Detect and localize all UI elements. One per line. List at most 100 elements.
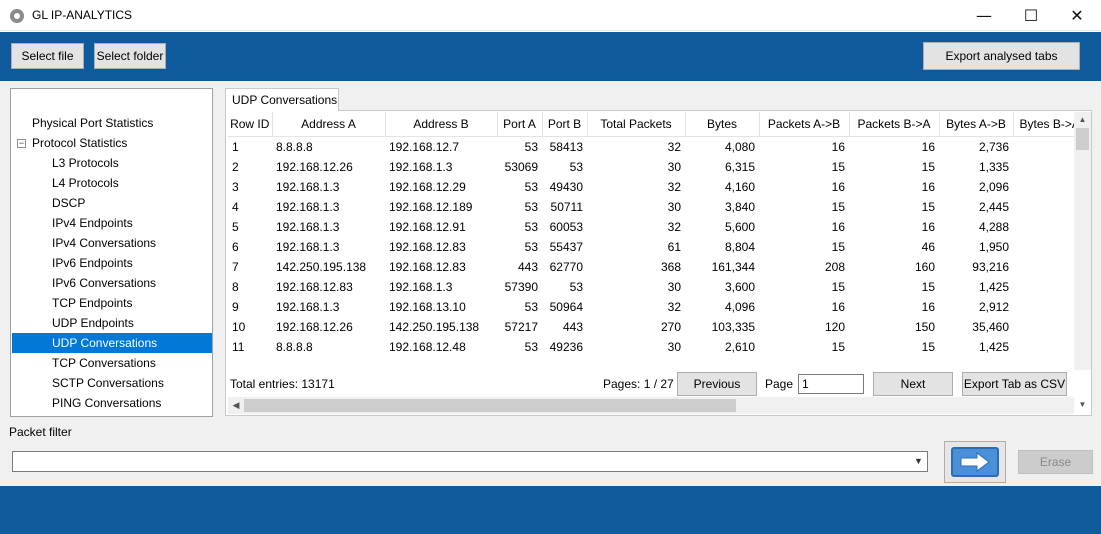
next-button[interactable]: Next bbox=[873, 372, 953, 396]
tree-item-ping-conversations[interactable]: PING Conversations bbox=[52, 393, 161, 413]
table-cell: 53 bbox=[569, 160, 583, 174]
table-cell: 15 bbox=[831, 280, 845, 294]
tree-item-tcp-conversations[interactable]: TCP Conversations bbox=[52, 353, 156, 373]
table-row[interactable]: 5 192.168.1.3 192.168.12.91 53 60053 32 5,600 1… bbox=[228, 217, 1074, 237]
table-cell: 15 bbox=[831, 340, 845, 354]
tree-item-udp-conversations[interactable]: UDP Conversations bbox=[12, 333, 212, 353]
table-cell: 30 bbox=[667, 160, 681, 174]
tree-item-ipv4-endpoints[interactable]: IPv4 Endpoints bbox=[52, 213, 133, 233]
select-folder-button[interactable]: Select folder bbox=[94, 43, 166, 69]
export-tab-csv-button[interactable]: Export Tab as CSV bbox=[962, 372, 1067, 396]
table-row[interactable]: 2 192.168.12.26 192.168.1.3 53069 53 30 6,315 1… bbox=[228, 157, 1074, 177]
maximize-icon[interactable]: ☐ bbox=[1008, 0, 1054, 31]
minimize-icon[interactable]: — bbox=[961, 0, 1007, 31]
table-row[interactable]: 4 192.168.1.3 192.168.12.189 53 50711 30 3,840… bbox=[228, 197, 1074, 217]
table-cell: 10 bbox=[232, 320, 246, 334]
tree-item-protocol-statistics[interactable]: Protocol Statistics bbox=[32, 133, 127, 153]
table-row[interactable]: 7 142.250.195.138 192.168.12.83 443 62770 368… bbox=[228, 257, 1074, 277]
scroll-down-icon[interactable]: ▼ bbox=[1074, 397, 1091, 413]
horizontal-scroll-thumb[interactable] bbox=[244, 399, 736, 412]
page-number-input[interactable] bbox=[798, 374, 864, 394]
window-title: GL IP-ANALYTICS bbox=[32, 8, 133, 22]
tree-item-ipv6-conversations[interactable]: IPv6 Conversations bbox=[52, 273, 156, 293]
table-cell: 192.168.1.3 bbox=[389, 280, 453, 294]
table-cell: 15 bbox=[831, 240, 845, 254]
column-header[interactable]: Bytes B->A bbox=[1013, 112, 1074, 137]
vertical-scrollbar[interactable] bbox=[1074, 112, 1091, 370]
table-cell: 35,460 bbox=[972, 320, 1009, 334]
table-cell: 150 bbox=[914, 320, 935, 334]
column-header[interactable]: Total Packets bbox=[587, 112, 686, 137]
tab-udp-conversations[interactable]: UDP Conversations bbox=[225, 88, 339, 111]
table-cell: 1,1 bbox=[1013, 297, 1074, 317]
table-cell: 4,288 bbox=[978, 220, 1009, 234]
table-row[interactable]: 1 8.8.8.8 192.168.12.7 53 58413 32 4,080 16 16 2,… bbox=[228, 137, 1074, 158]
tree-item-l4-protocols[interactable]: L4 Protocols bbox=[52, 173, 119, 193]
table-cell: 67,8 bbox=[1013, 317, 1074, 337]
table-cell: 53 bbox=[524, 200, 538, 214]
select-file-button[interactable]: Select file bbox=[11, 43, 84, 69]
table-cell: 50964 bbox=[549, 300, 583, 314]
table-cell: 103,335 bbox=[711, 320, 755, 334]
erase-button[interactable]: Erase bbox=[1018, 450, 1093, 474]
table-cell: 68,1 bbox=[1013, 257, 1074, 277]
table-cell: 160 bbox=[914, 260, 935, 274]
scroll-up-icon[interactable]: ▲ bbox=[1074, 112, 1091, 128]
arrow-right-icon bbox=[951, 447, 999, 477]
table-cell: 53 bbox=[524, 240, 538, 254]
table-row[interactable]: 6 192.168.1.3 192.168.12.83 53 55437 61 8,804 1… bbox=[228, 237, 1074, 257]
column-header[interactable]: Bytes A->B bbox=[939, 112, 1014, 137]
column-header[interactable]: Port A bbox=[497, 112, 543, 137]
table-cell: 55437 bbox=[549, 240, 583, 254]
scroll-left-icon[interactable]: ◀ bbox=[228, 397, 244, 414]
export-analysed-tabs-button[interactable]: Export analysed tabs bbox=[923, 42, 1080, 70]
previous-button[interactable]: Previous bbox=[677, 372, 757, 396]
table-cell: 2,0 bbox=[1013, 177, 1074, 197]
tree-item-udp-endpoints[interactable]: UDP Endpoints bbox=[52, 313, 134, 333]
table-cell: 8.8.8.8 bbox=[276, 340, 313, 354]
table-cell: 32 bbox=[667, 300, 681, 314]
close-icon[interactable]: ✕ bbox=[1054, 0, 1100, 31]
table-row[interactable]: 11 8.8.8.8 192.168.12.48 53 49236 30 2,610 15 15… bbox=[228, 337, 1074, 357]
table-cell: 53 bbox=[524, 180, 538, 194]
table-cell: 53 bbox=[524, 140, 538, 154]
table-cell: 16 bbox=[831, 220, 845, 234]
table-cell: 192.168.12.26 bbox=[276, 160, 353, 174]
tree-item-physical-port-statistics[interactable]: Physical Port Statistics bbox=[32, 113, 153, 133]
column-header[interactable]: Bytes bbox=[685, 112, 760, 137]
table-cell: 5,600 bbox=[724, 220, 755, 234]
table-cell: 15 bbox=[831, 160, 845, 174]
table-row[interactable]: 10 192.168.12.26 142.250.195.138 57217 443 27… bbox=[228, 317, 1074, 337]
tree-item-sctp-conversations[interactable]: SCTP Conversations bbox=[52, 373, 164, 393]
table-cell: 192.168.13.10 bbox=[389, 300, 466, 314]
table-cell: 192.168.12.29 bbox=[389, 180, 466, 194]
collapse-toggle-icon[interactable]: − bbox=[17, 139, 26, 148]
table-row[interactable]: 9 192.168.1.3 192.168.13.10 53 50964 32 4,096 1… bbox=[228, 297, 1074, 317]
table-cell: 8.8.8.8 bbox=[276, 140, 313, 154]
column-header[interactable]: Packets A->B bbox=[759, 112, 850, 137]
table-cell: 4,080 bbox=[724, 140, 755, 154]
table-row[interactable]: 3 192.168.1.3 192.168.12.29 53 49430 32 4,160 1… bbox=[228, 177, 1074, 197]
chevron-down-icon[interactable]: ▼ bbox=[910, 452, 927, 471]
tree-item-ipv4-conversations[interactable]: IPv4 Conversations bbox=[52, 233, 156, 253]
column-header[interactable]: Packets B->A bbox=[849, 112, 940, 137]
tree-item-l3-protocols[interactable]: L3 Protocols bbox=[52, 153, 119, 173]
table-cell: 192.168.1.3 bbox=[276, 300, 340, 314]
tree-item-tcp-endpoints[interactable]: TCP Endpoints bbox=[52, 293, 133, 313]
table-cell: 192.168.12.83 bbox=[389, 260, 466, 274]
column-header[interactable]: Port B bbox=[542, 112, 588, 137]
table-cell: 57217 bbox=[504, 320, 538, 334]
vertical-scroll-thumb[interactable] bbox=[1076, 128, 1089, 150]
table-row[interactable]: 8 192.168.12.83 192.168.1.3 57390 53 30 3,600 1… bbox=[228, 277, 1074, 297]
table-cell: 53069 bbox=[504, 160, 538, 174]
column-header[interactable]: Address A bbox=[272, 112, 386, 137]
column-header[interactable]: Row ID bbox=[228, 112, 273, 137]
tree-item-dscp[interactable]: DSCP bbox=[52, 193, 85, 213]
conversations-table[interactable]: Row ID Address A Address B Port A Port B… bbox=[228, 112, 1074, 370]
tree-item-ipv6-endpoints[interactable]: IPv6 Endpoints bbox=[52, 253, 133, 273]
packet-filter-label: Packet filter bbox=[9, 425, 72, 439]
table-cell: 192.168.1.3 bbox=[276, 240, 340, 254]
column-header[interactable]: Address B bbox=[385, 112, 498, 137]
table-cell: 5 bbox=[232, 220, 239, 234]
packet-filter-combobox[interactable] bbox=[12, 451, 928, 472]
